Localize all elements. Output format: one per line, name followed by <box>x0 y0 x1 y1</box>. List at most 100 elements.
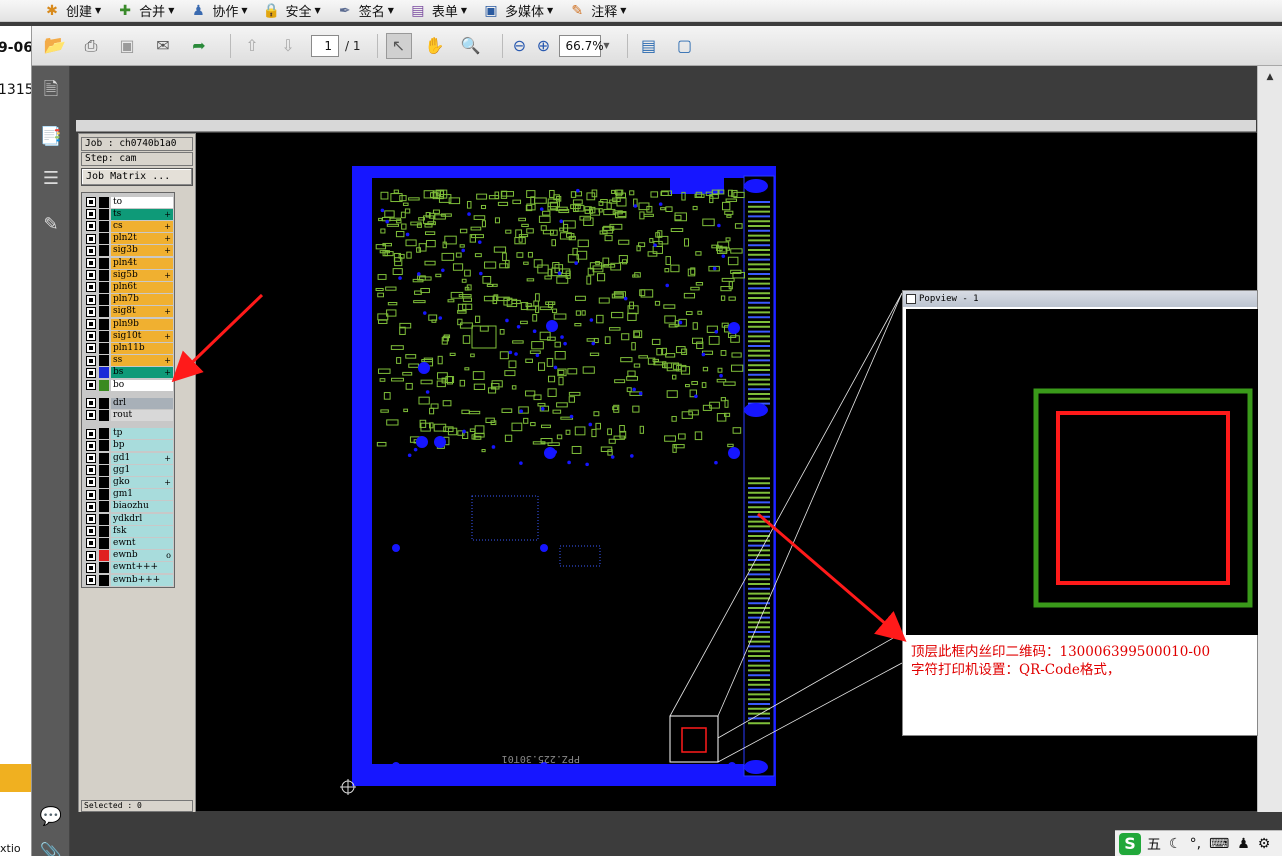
layer-color-swatch[interactable] <box>99 537 109 549</box>
layer-checkbox[interactable] <box>86 550 96 561</box>
hand-tool-icon[interactable]: ✋ <box>422 33 448 59</box>
job-matrix-button[interactable]: Job Matrix ... <box>81 168 193 186</box>
fit-page-icon[interactable]: ▤ <box>636 33 662 59</box>
layer-name[interactable]: pln2t + <box>111 233 173 245</box>
layer-name[interactable]: ss + <box>111 355 173 367</box>
layer-name[interactable]: fsk <box>111 525 173 537</box>
menu-item[interactable]: ♟ 协作 ▼ <box>188 0 247 22</box>
popview-title-bar[interactable]: Popview - 1 <box>903 291 1257 307</box>
layer-row-to[interactable]: to <box>83 196 173 208</box>
layer-color-swatch[interactable] <box>99 233 109 245</box>
layer-name[interactable]: gg1 <box>111 464 173 476</box>
select-cursor-icon[interactable]: ↖ <box>385 32 412 59</box>
layer-name[interactable]: gm1 <box>111 489 173 501</box>
open-folder-icon[interactable]: 📂 <box>42 33 68 59</box>
punctuation-icon[interactable]: °, <box>1190 836 1201 852</box>
layer-name[interactable]: ydkdrl <box>111 513 173 525</box>
layer-color-swatch[interactable] <box>99 397 109 409</box>
layer-checkbox[interactable] <box>86 562 96 573</box>
layer-checkbox[interactable] <box>86 526 96 537</box>
layer-color-swatch[interactable] <box>99 379 109 391</box>
ime-mode-label[interactable]: 五 <box>1147 834 1161 854</box>
layer-checkbox[interactable] <box>86 245 96 256</box>
layer-color-swatch[interactable] <box>99 245 109 257</box>
layer-color-swatch[interactable] <box>99 306 109 318</box>
scroll-up-icon[interactable]: ▲ <box>1261 72 1279 86</box>
layer-checkbox[interactable] <box>86 221 96 232</box>
previous-page-icon[interactable]: ⇧ <box>239 33 265 59</box>
layer-row-drl[interactable]: drl <box>83 397 173 409</box>
layer-color-swatch[interactable] <box>99 501 109 513</box>
layer-color-swatch[interactable] <box>99 355 109 367</box>
layer-color-swatch[interactable] <box>99 550 109 562</box>
layer-color-swatch[interactable] <box>99 562 109 574</box>
layer-checkbox[interactable] <box>86 453 96 463</box>
layer-color-swatch[interactable] <box>99 257 109 269</box>
layer-checkbox[interactable] <box>86 477 96 488</box>
layer-checkbox[interactable] <box>86 410 96 421</box>
layer-color-swatch[interactable] <box>99 428 109 440</box>
layer-name[interactable]: drl <box>111 397 173 409</box>
layer-row-pln7b[interactable]: pln7b <box>83 294 173 306</box>
menu-item[interactable]: ✚ 合并 ▼ <box>115 0 174 22</box>
layer-name[interactable]: sig10t + <box>111 330 173 342</box>
layer-color-swatch[interactable] <box>99 489 109 501</box>
layer-color-swatch[interactable] <box>99 220 109 232</box>
menu-item[interactable]: 🔒 安全 ▼ <box>262 0 321 22</box>
layer-name[interactable]: biaozhu <box>111 501 173 513</box>
keyboard-icon[interactable]: ⌨ <box>1209 836 1229 852</box>
layer-checkbox[interactable] <box>86 538 96 549</box>
save-icon[interactable]: ▣ <box>114 33 140 59</box>
layer-checkbox[interactable] <box>86 319 96 329</box>
layer-name[interactable]: sig5b + <box>111 269 173 281</box>
layer-checkbox[interactable] <box>86 258 96 268</box>
layer-checkbox[interactable] <box>86 294 96 305</box>
menu-item[interactable]: ✱ 创建 ▼ <box>42 0 101 22</box>
layer-row-tp[interactable]: tp <box>83 428 173 440</box>
layer-checkbox[interactable] <box>86 380 96 390</box>
layer-row-pln9b[interactable]: pln9b <box>83 318 173 330</box>
layer-color-swatch[interactable] <box>99 409 109 421</box>
layer-row-ewntppp[interactable]: ewnt+++ <box>83 562 173 574</box>
layer-name[interactable]: sig8t + <box>111 306 173 318</box>
bookmarks-icon[interactable]: 📑 <box>39 124 63 148</box>
layer-color-swatch[interactable] <box>99 513 109 525</box>
ime-logo-icon[interactable]: S <box>1119 832 1141 855</box>
layer-row-pln4t[interactable]: pln4t <box>83 257 173 269</box>
next-page-icon[interactable]: ⇩ <box>275 33 301 59</box>
layer-checkbox[interactable] <box>86 331 96 342</box>
zoom-in-icon[interactable]: ⊕ <box>535 33 553 59</box>
layer-row-sig3b[interactable]: sig3b + <box>83 245 173 257</box>
email-icon[interactable]: ✉ <box>150 33 176 59</box>
layer-row-gd1[interactable]: gd1 + <box>83 452 173 464</box>
signatures-icon[interactable]: ✎ <box>39 212 63 236</box>
layer-row-rout[interactable]: rout <box>83 409 173 421</box>
page-number-input[interactable]: 1 <box>311 34 339 57</box>
layer-checkbox[interactable] <box>86 367 96 378</box>
layer-color-swatch[interactable] <box>99 367 109 379</box>
layer-checkbox[interactable] <box>86 465 96 476</box>
layer-checkbox[interactable] <box>86 270 96 281</box>
layer-name[interactable]: ewnb+++ <box>111 574 173 586</box>
layer-name[interactable]: to <box>111 196 173 208</box>
layer-color-swatch[interactable] <box>99 476 109 488</box>
layer-name[interactable]: sig3b + <box>111 245 173 257</box>
layer-row-ewnt[interactable]: ewnt <box>83 537 173 549</box>
layer-checkbox[interactable] <box>86 282 96 293</box>
attachments-icon[interactable]: 📎 <box>39 840 63 856</box>
zoom-out-icon[interactable]: ⊖ <box>511 33 529 59</box>
layer-color-swatch[interactable] <box>99 318 109 330</box>
layer-name[interactable]: pln9b <box>111 318 173 330</box>
layer-row-sig10t[interactable]: sig10t + <box>83 330 173 342</box>
layer-color-swatch[interactable] <box>99 452 109 464</box>
layer-row-pln2t[interactable]: pln2t + <box>83 233 173 245</box>
layer-row-gm1[interactable]: gm1 <box>83 489 173 501</box>
vertical-scrollbar[interactable]: ▲ <box>1257 66 1282 826</box>
full-screen-icon[interactable]: ▢ <box>672 33 698 59</box>
layer-row-ydkdrl[interactable]: ydkdrl <box>83 513 173 525</box>
layer-checkbox[interactable] <box>86 355 96 366</box>
layer-checkbox[interactable] <box>86 233 96 244</box>
layer-checkbox[interactable] <box>86 197 96 207</box>
layer-name[interactable]: ts + <box>111 208 173 220</box>
layer-checkbox[interactable] <box>86 398 96 409</box>
